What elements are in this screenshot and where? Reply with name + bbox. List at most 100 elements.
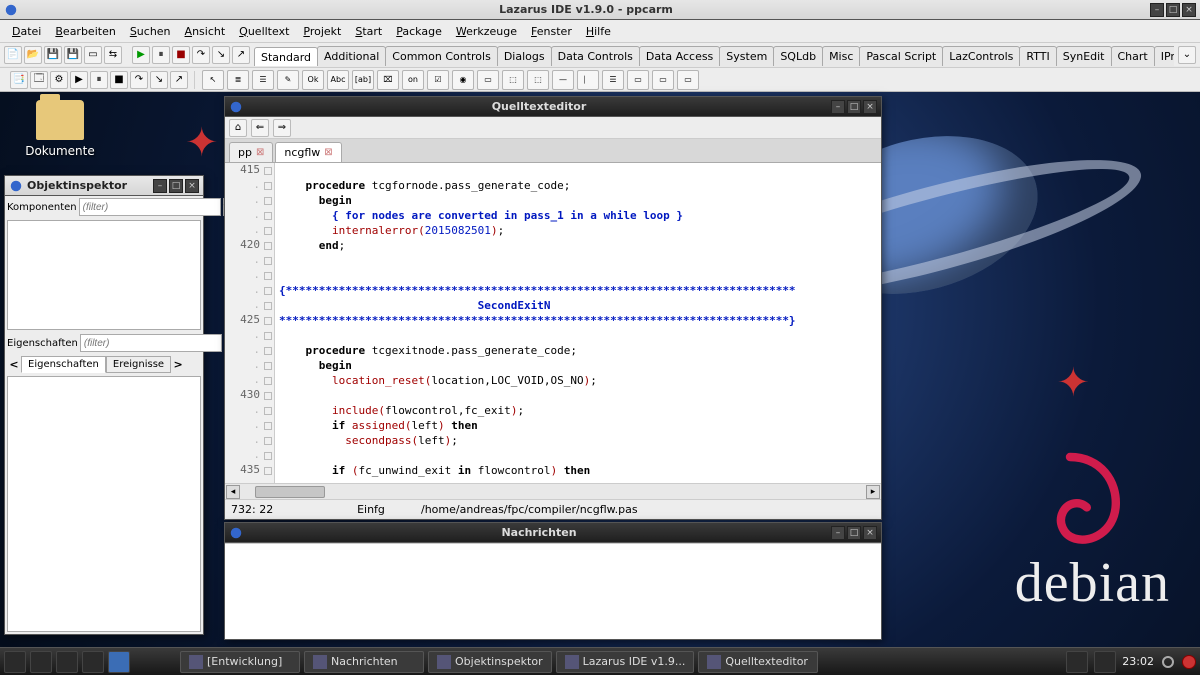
palette-component-14[interactable]: —	[552, 70, 574, 90]
palette-tab-standard[interactable]: Standard	[254, 47, 318, 66]
palette-more-button[interactable]: ⌄	[1178, 46, 1196, 64]
taskbar-button[interactable]: [Entwicklung]	[180, 651, 300, 673]
minimize-button[interactable]: –	[153, 179, 167, 193]
maximize-button[interactable]: □	[847, 100, 861, 114]
palette-component-11[interactable]: ▭	[477, 70, 499, 90]
nav-home-button[interactable]: ⌂	[229, 119, 247, 137]
ide-titlebar[interactable]: Lazarus IDE v1.9.0 - ppcarm – □ ×	[0, 0, 1200, 20]
taskbar-button[interactable]: Objektinspektor	[428, 651, 552, 673]
step2-button[interactable]: ↘	[150, 71, 168, 89]
close-icon[interactable]: ⊠	[256, 147, 264, 158]
tray-icon[interactable]	[1094, 651, 1116, 673]
save-all-button[interactable]: 💾	[64, 46, 82, 64]
code-view[interactable]: procedure tcgfornode.pass_generate_code;…	[275, 163, 881, 483]
src-titlebar[interactable]: Quelltexteditor – □ ×	[225, 97, 881, 117]
oi-tabs-right-arrow[interactable]: >	[171, 358, 185, 371]
palette-component-9[interactable]: ☑	[427, 70, 449, 90]
palette-tab-sqldb[interactable]: SQLdb	[773, 46, 823, 66]
palette-component-18[interactable]: ▭	[652, 70, 674, 90]
palette-component-16[interactable]: ☰	[602, 70, 624, 90]
oi-tab-eigenschaften[interactable]: Eigenschaften	[21, 356, 106, 373]
show-desktop-button[interactable]	[108, 651, 130, 673]
palette-component-7[interactable]: ⌧	[377, 70, 399, 90]
messages-body[interactable]	[225, 543, 881, 639]
close-button[interactable]: ×	[185, 179, 199, 193]
nav-forward-button[interactable]: ⇒	[273, 119, 291, 137]
pause2-button[interactable]: ⏸	[90, 71, 108, 89]
step1-button[interactable]: ↷	[130, 71, 148, 89]
palette-component-4[interactable]: Ok	[302, 70, 324, 90]
maximize-button[interactable]: □	[847, 526, 861, 540]
close-button[interactable]: ×	[863, 100, 877, 114]
maximize-button[interactable]: □	[169, 179, 183, 193]
step-into-button[interactable]: ↘	[212, 46, 230, 64]
mode-button[interactable]: ⚙	[50, 71, 68, 89]
stop2-button[interactable]: ■	[110, 71, 128, 89]
view-forms-button[interactable]: 🗔	[30, 71, 48, 89]
palette-component-3[interactable]: ✎	[277, 70, 299, 90]
menu-projekt[interactable]: Projekt	[297, 23, 347, 40]
step-over-button[interactable]: ↷	[192, 46, 210, 64]
close-button[interactable]: ×	[863, 526, 877, 540]
palette-tab-misc[interactable]: Misc	[822, 46, 860, 66]
palette-component-8[interactable]: on	[402, 70, 424, 90]
launcher-files[interactable]	[56, 651, 78, 673]
line-gutter[interactable]: 415....420....425....430....435	[225, 163, 275, 483]
palette-component-0[interactable]: ↖	[202, 70, 224, 90]
palette-component-6[interactable]: [ab]	[352, 70, 374, 90]
palette-tab-rtti[interactable]: RTTI	[1019, 46, 1056, 66]
palette-component-15[interactable]: ⎸	[577, 70, 599, 90]
palette-component-17[interactable]: ▭	[627, 70, 649, 90]
msg-titlebar[interactable]: Nachrichten – □ ×	[225, 523, 881, 543]
gear-icon[interactable]	[1160, 654, 1176, 670]
pause-button[interactable]: ⏸	[152, 46, 170, 64]
property-grid[interactable]	[7, 376, 201, 632]
menu-datei[interactable]: Datei	[6, 23, 47, 40]
view-units-button[interactable]: 📑	[10, 71, 28, 89]
oi-tab-ereignisse[interactable]: Ereignisse	[106, 356, 171, 373]
menu-start[interactable]: Start	[349, 23, 388, 40]
palette-tab-data-controls[interactable]: Data Controls	[551, 46, 640, 66]
palette-tab-additional[interactable]: Additional	[317, 46, 386, 66]
palette-component-10[interactable]: ◉	[452, 70, 474, 90]
step-out-button[interactable]: ↗	[232, 46, 250, 64]
save-button[interactable]: 💾	[44, 46, 62, 64]
palette-tab-common-controls[interactable]: Common Controls	[385, 46, 498, 66]
palette-tab-ipro[interactable]: IPro	[1154, 46, 1174, 66]
close-icon[interactable]: ⊠	[324, 147, 332, 158]
palette-component-5[interactable]: Abc	[327, 70, 349, 90]
oi-titlebar[interactable]: Objektinspektor – □ ×	[5, 176, 203, 196]
taskbar-button[interactable]: Lazarus IDE v1.9...	[556, 651, 695, 673]
close-button[interactable]: ×	[1182, 3, 1196, 17]
open-button[interactable]: 📂	[24, 46, 42, 64]
minimize-button[interactable]: –	[1150, 3, 1164, 17]
menu-werkzeuge[interactable]: Werkzeuge	[450, 23, 523, 40]
logout-button[interactable]	[1182, 655, 1196, 669]
components-filter-input[interactable]	[79, 198, 221, 216]
editor-tab-ncgflw[interactable]: ncgflw⊠	[275, 142, 341, 162]
launcher-terminal[interactable]	[30, 651, 52, 673]
palette-tab-system[interactable]: System	[719, 46, 774, 66]
palette-tab-chart[interactable]: Chart	[1111, 46, 1155, 66]
menu-hilfe[interactable]: Hilfe	[580, 23, 617, 40]
launcher-web[interactable]	[82, 651, 104, 673]
build-button[interactable]: ▶	[70, 71, 88, 89]
desktop-folder-documents[interactable]: Dokumente	[20, 100, 100, 158]
stop-button[interactable]: ■	[172, 46, 190, 64]
palette-tab-lazcontrols[interactable]: LazControls	[942, 46, 1020, 66]
menu-bearbeiten[interactable]: Bearbeiten	[49, 23, 121, 40]
palette-tab-pascal-script[interactable]: Pascal Script	[859, 46, 943, 66]
maximize-button[interactable]: □	[1166, 3, 1180, 17]
component-tree[interactable]	[7, 220, 201, 330]
taskbar-button[interactable]: Quelltexteditor	[698, 651, 818, 673]
palette-component-12[interactable]: ⬚	[502, 70, 524, 90]
minimize-button[interactable]: –	[831, 526, 845, 540]
palette-tab-data-access[interactable]: Data Access	[639, 46, 720, 66]
palette-tab-dialogs[interactable]: Dialogs	[497, 46, 552, 66]
taskbar-button[interactable]: Nachrichten	[304, 651, 424, 673]
palette-component-1[interactable]: ≣	[227, 70, 249, 90]
menu-quelltext[interactable]: Quelltext	[233, 23, 295, 40]
app-menu-button[interactable]	[4, 651, 26, 673]
menu-package[interactable]: Package	[390, 23, 448, 40]
horizontal-scrollbar[interactable]: ◂ ▸	[225, 483, 881, 499]
